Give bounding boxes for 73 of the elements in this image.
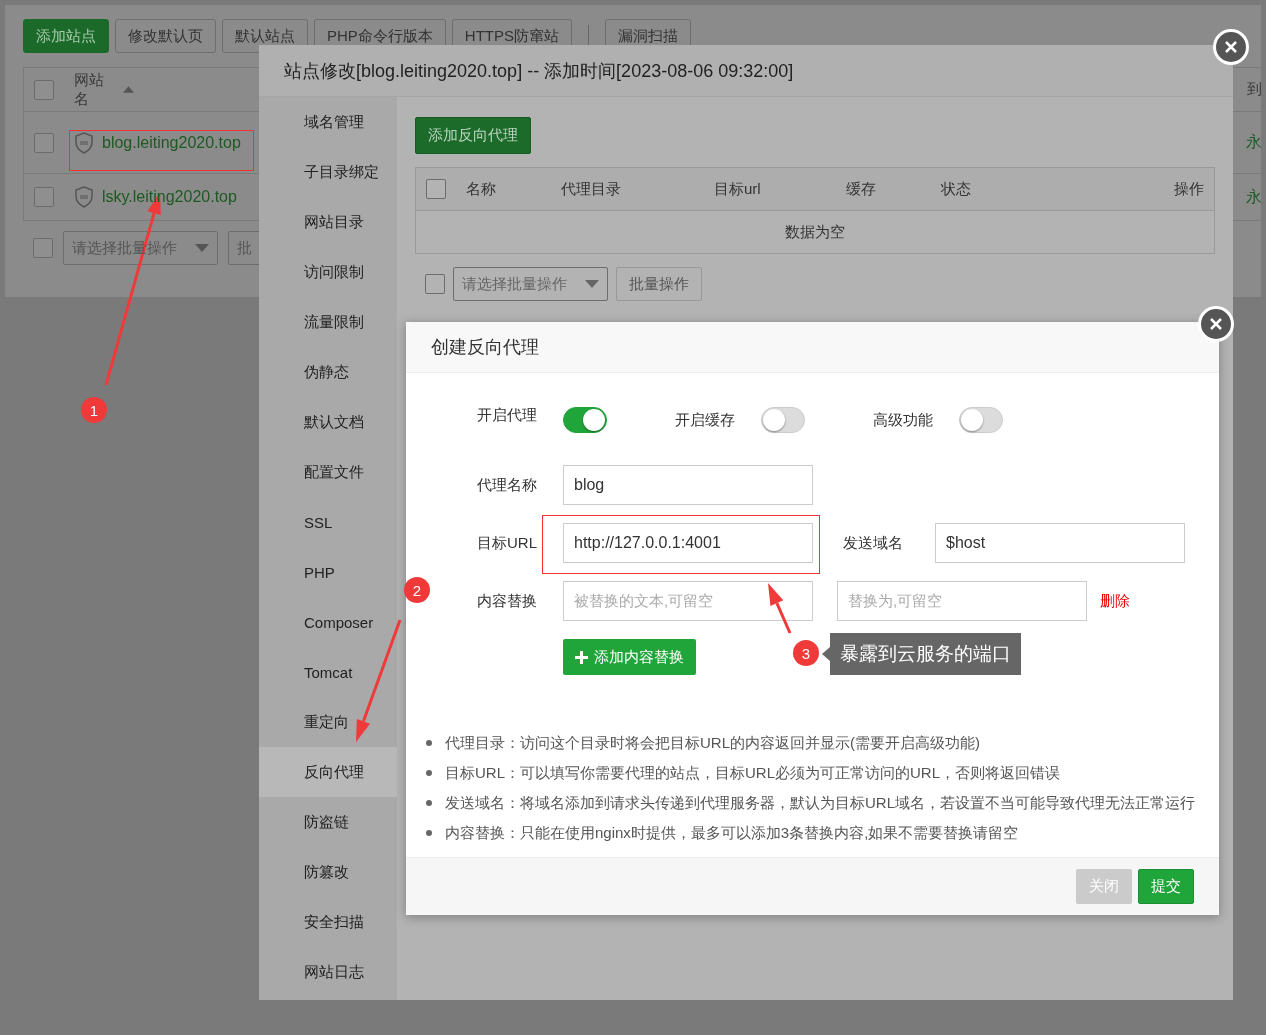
bullet-icon	[426, 830, 432, 836]
field-label: 发送域名	[843, 533, 904, 553]
note-text: 发送域名：将域名添加到请求头传递到代理服务器，默认为目标URL域名，若设置不当可能导致代理无法正常运行	[445, 793, 1195, 813]
modal-title: 创建反向代理	[431, 336, 539, 359]
close-icon	[1209, 317, 1223, 331]
field-label: 内容替换	[477, 591, 538, 611]
toolbar-button[interactable]: 添加站点	[23, 19, 109, 53]
sidebar-item[interactable]: 重定向	[259, 697, 397, 747]
toggle-label: 高级功能	[873, 410, 934, 430]
checkbox[interactable]	[34, 187, 54, 207]
toggle-switch[interactable]	[959, 407, 1003, 433]
toggle-label: 开启缓存	[675, 410, 736, 430]
sort-icon	[123, 86, 134, 93]
checkbox[interactable]	[34, 79, 54, 100]
input-field[interactable]: blog	[563, 465, 813, 505]
sidebar-item[interactable]: SSL	[259, 497, 397, 547]
input-field[interactable]: http://127.0.0.1:4001	[563, 523, 813, 563]
input-field[interactable]: $host	[935, 523, 1185, 563]
toggle-switch[interactable]	[563, 407, 607, 433]
checkbox[interactable]	[34, 132, 54, 153]
sidebar-item[interactable]: 防篡改	[259, 847, 397, 897]
annotation-arrow	[768, 583, 792, 634]
sidebar-item[interactable]: 安全扫描	[259, 897, 397, 947]
add-proxy-button[interactable]: 添加反向代理	[415, 117, 531, 154]
checkbox[interactable]	[425, 274, 445, 294]
column-header: 到	[1247, 80, 1262, 99]
column-header: 操作	[1174, 179, 1204, 199]
close-icon	[1224, 40, 1238, 54]
sidebar-item[interactable]: 流量限制	[259, 297, 397, 347]
sidebar-item[interactable]: PHP	[259, 547, 397, 597]
input-field[interactable]: 替换为,可留空	[837, 581, 1087, 621]
sidebar-item[interactable]: 防盗链	[259, 797, 397, 847]
sidebar-item[interactable]: 伪静态	[259, 347, 397, 397]
field-label: 代理名称	[477, 475, 538, 495]
caret-icon	[585, 280, 599, 288]
sidebar-item[interactable]: 反向代理	[259, 747, 397, 797]
bullet-icon	[426, 800, 432, 806]
delete-link[interactable]: 删除	[1100, 591, 1130, 611]
toggle-label: 开启代理	[477, 405, 538, 425]
bullet-icon	[426, 770, 432, 776]
checkbox[interactable]	[33, 238, 53, 258]
note-text: 代理目录：访问这个目录时将会把目标URL的内容返回并显示(需要开启高级功能)	[445, 733, 980, 753]
shield-icon	[74, 131, 94, 154]
tooltip-pointer	[822, 647, 830, 661]
tooltip: 暴露到云服务的端口	[830, 633, 1021, 675]
toggle-switch[interactable]	[761, 407, 805, 433]
note-text: 内容替换：只能在使用nginx时提供，最多可以添加3条替换内容,如果不需要替换请留空	[445, 823, 1019, 843]
column-header: 缓存	[846, 179, 877, 199]
step-number: 1	[81, 397, 107, 423]
plus-icon	[575, 650, 588, 664]
toolbar-button[interactable]: 修改默认页	[115, 19, 216, 53]
sidebar-item[interactable]: 默认文档	[259, 397, 397, 447]
sidebar-item[interactable]: 子目录绑定	[259, 147, 397, 197]
dialog-title: 站点修改[blog.leiting2020.top] -- 添加时间[2023-08-06 09:32:00]	[284, 59, 794, 83]
column-header: 代理目录	[561, 179, 622, 199]
column-header: 目标url	[714, 179, 762, 199]
shield-icon	[74, 186, 94, 208]
column-header: 名称	[466, 179, 497, 199]
input-field[interactable]: 被替换的文本,可留空	[563, 581, 813, 621]
column-header: 网站名	[74, 70, 105, 109]
sidebar-item[interactable]: 网站日志	[259, 947, 397, 997]
batch-button[interactable]: 批量操作	[616, 267, 702, 301]
caret-icon	[195, 244, 209, 252]
sidebar-item[interactable]: Tomcat	[259, 647, 397, 697]
column-header: 状态	[941, 179, 972, 199]
sidebar-item[interactable]: Composer	[259, 597, 397, 647]
sidebar-item[interactable]: 配置文件	[259, 447, 397, 497]
sidebar-item[interactable]: 域名管理	[259, 97, 397, 147]
note-text: 目标URL：可以填写你需要代理的站点，目标URL必须为可正常访问的URL，否则将返回错误	[445, 763, 1061, 783]
bullet-icon	[426, 740, 432, 746]
empty-message: 数据为空	[784, 221, 846, 242]
checkbox[interactable]	[426, 179, 446, 199]
field-label: 目标URL	[477, 533, 538, 553]
